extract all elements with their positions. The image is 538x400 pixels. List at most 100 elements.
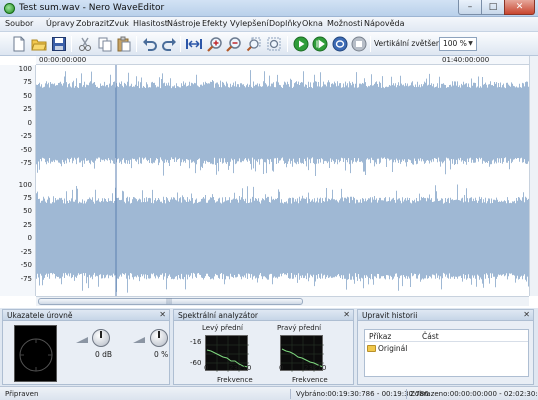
amplitude-tick-label: 75: [23, 193, 32, 202]
right-x-label: Frekvence: [292, 376, 328, 384]
play-selection-icon[interactable]: [311, 35, 329, 53]
menu-moznosti[interactable]: Možnosti: [327, 19, 363, 28]
balance-ramp-icon: [133, 337, 145, 343]
zoom-selection-icon[interactable]: [245, 35, 263, 53]
status-ready: Připraven: [5, 390, 39, 398]
spectrum-y-top: -16: [190, 338, 202, 346]
left-x-max: 23210: [229, 364, 252, 372]
fit-icon[interactable]: [185, 35, 203, 53]
waveform-editor: 00:00:00:000 01:40:00:000 100 75 50 25 0 -25 -…: [0, 56, 538, 308]
left-channel-title: Levý přední: [202, 324, 243, 332]
waveform-canvas[interactable]: [36, 65, 529, 296]
folder-icon: [367, 345, 376, 352]
menu-efekty[interactable]: Efekty: [202, 19, 227, 28]
knob-marker: [100, 331, 102, 338]
paste-icon[interactable]: [115, 35, 133, 53]
ruler-label-end: 01:40:00:000: [442, 56, 490, 64]
history-column-part[interactable]: Část: [422, 332, 439, 341]
zoom-all-icon[interactable]: [265, 35, 283, 53]
zoom-in-icon[interactable]: [206, 35, 224, 53]
level-meter-display: [14, 325, 57, 382]
level-meter-graphic: [19, 338, 53, 372]
panel-title: Ukazatele úrovně: [7, 311, 73, 320]
undo-icon[interactable]: [141, 35, 159, 53]
chevron-down-icon[interactable]: ▼: [466, 39, 475, 49]
menu-zvuk[interactable]: Zvuk: [109, 19, 129, 28]
zoom-out-icon[interactable]: [225, 35, 243, 53]
history-row[interactable]: Originál: [367, 344, 407, 353]
toolbar-separator: [71, 36, 72, 52]
amplitude-tick-label: -75: [20, 274, 32, 283]
channel-waveform: [36, 70, 529, 176]
status-separator: [406, 389, 407, 399]
volume-ramp-icon: [76, 337, 88, 343]
new-file-icon[interactable]: [10, 35, 28, 53]
toolbar-separator: [180, 36, 181, 52]
vertical-zoom-value: 100 %: [443, 39, 467, 48]
minimize-button[interactable]: –: [458, 0, 482, 15]
amplitude-tick-label: 50: [23, 91, 32, 100]
redo-icon[interactable]: [160, 35, 178, 53]
amplitude-tick-label: 0: [27, 234, 32, 243]
history-column-command[interactable]: Příkaz: [369, 332, 391, 341]
balance-knob-value: 0 %: [154, 350, 169, 359]
history-table: Příkaz Část Originál: [364, 329, 529, 377]
status-separator: [290, 389, 291, 399]
close-icon[interactable]: ✕: [343, 310, 350, 319]
maximize-button[interactable]: □: [481, 0, 505, 15]
amplitude-tick-label: 75: [23, 78, 32, 87]
menu-upravy[interactable]: Úpravy: [46, 19, 75, 28]
menu-okna[interactable]: Okna: [302, 19, 323, 28]
amplitude-tick-label: -50: [20, 145, 32, 154]
amplitude-tick-label: -25: [20, 132, 32, 141]
close-icon[interactable]: ✕: [523, 310, 530, 319]
volume-knob[interactable]: [92, 329, 110, 347]
toolbar-separator: [370, 36, 371, 52]
ruler-label-start: 00:00:00:000: [39, 56, 87, 64]
vertical-scrollbar[interactable]: [529, 56, 538, 296]
panel-header: Upravit historii ✕: [358, 310, 533, 321]
close-icon[interactable]: ✕: [159, 310, 166, 319]
cut-icon[interactable]: [76, 35, 94, 53]
copy-icon[interactable]: [96, 35, 114, 53]
menu-nastroje[interactable]: Nástroje: [167, 19, 200, 28]
stop-icon[interactable]: [350, 35, 368, 53]
waveform-svg: [36, 65, 529, 296]
horizontal-scrollbar-thumb[interactable]: |||: [38, 298, 303, 305]
window-title: Test sum.wav - Nero WaveEditor: [19, 3, 165, 13]
save-icon[interactable]: [50, 35, 68, 53]
vertical-zoom-label: Vertikální zvětšení:: [374, 39, 446, 48]
close-button[interactable]: ✕: [504, 0, 535, 15]
edit-history-panel: Upravit historii ✕ Příkaz Část Originál: [357, 309, 534, 385]
scrollbar-grip-icon: |||: [166, 298, 173, 305]
amplitude-axis: 100 75 50 25 0 -25 -50 -75 100 75 50 25 0 -25 -50 -75: [0, 65, 36, 296]
menu-doplnky[interactable]: Doplňky: [269, 19, 302, 28]
amplitude-tick-label: -25: [20, 247, 32, 256]
menu-soubor[interactable]: Soubor: [5, 19, 33, 28]
amplitude-tick-label: -50: [20, 261, 32, 270]
horizontal-scrollbar[interactable]: |||: [36, 296, 529, 306]
panel-header: Ukazatele úrovně ✕: [3, 310, 169, 321]
right-x-min: 0: [279, 364, 284, 372]
app-icon[interactable]: [4, 3, 15, 14]
menu-zobrazit[interactable]: Zobrazit: [76, 19, 109, 28]
panel-title: Upravit historii: [362, 311, 418, 320]
toolbar-separator: [136, 36, 137, 52]
volume-knob-value: 0 dB: [95, 350, 113, 359]
amplitude-tick-label: 100: [18, 65, 32, 73]
amplitude-tick-label: 25: [23, 105, 32, 114]
left-x-min: 0: [204, 364, 209, 372]
amplitude-tick-label: 50: [23, 207, 32, 216]
open-folder-icon[interactable]: [30, 35, 48, 53]
time-ruler[interactable]: 00:00:00:000 01:40:00:000: [36, 56, 529, 65]
status-visible-range: Zobrazeno:00:00:00:000 - 02:02:30:424: [410, 390, 538, 398]
menu-napoveda[interactable]: Nápověda: [364, 19, 405, 28]
balance-knob[interactable]: [150, 329, 168, 347]
menu-hlasitost[interactable]: Hlasitost: [133, 19, 168, 28]
left-x-label: Frekvence: [217, 376, 253, 384]
loop-icon[interactable]: [331, 35, 349, 53]
amplitude-tick-label: 100: [18, 180, 32, 189]
vertical-zoom-select[interactable]: 100 % ▼: [439, 37, 477, 51]
menu-vylepseni[interactable]: Vylepšení: [230, 19, 269, 28]
play-icon[interactable]: [292, 35, 310, 53]
